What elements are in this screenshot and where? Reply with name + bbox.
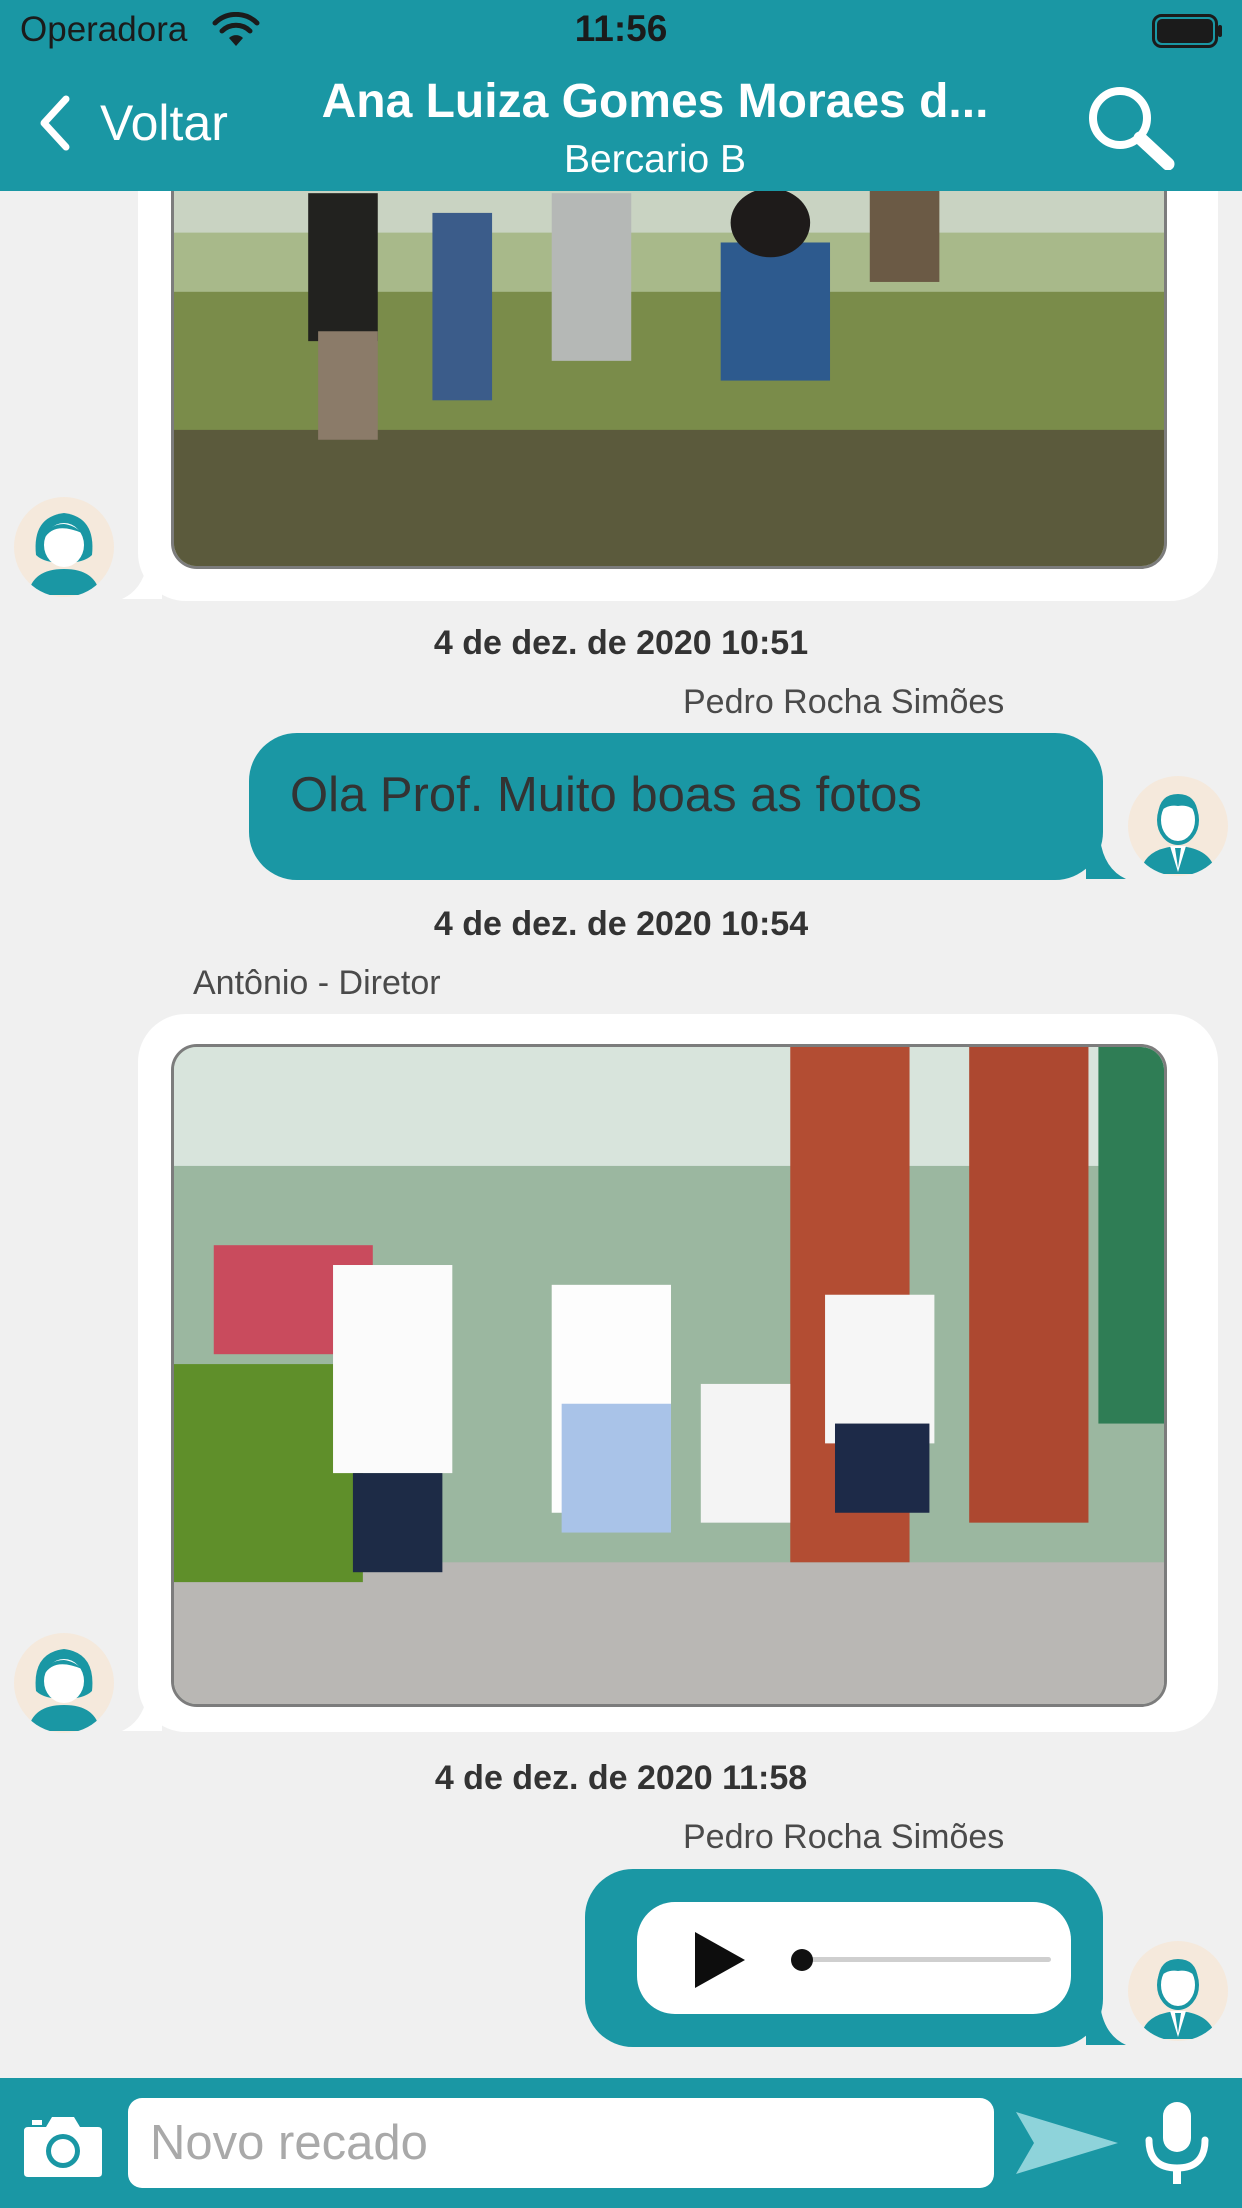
message-timestamp: 4 de dez. de 2020 10:54 xyxy=(433,905,809,943)
navigation-bar: Voltar Ana Luiza Gomes Moraes d... Berca… xyxy=(0,60,1242,191)
message-text: Ola Prof. Muito boas as fotos xyxy=(290,768,922,822)
children-playing-photo[interactable] xyxy=(171,191,1167,569)
bubble-tail xyxy=(122,559,162,599)
children-running-photo[interactable] xyxy=(171,1044,1167,1707)
message-sender: Pedro Rocha Simões xyxy=(683,1818,1005,1856)
message-timestamp: 4 de dez. de 2020 10:51 xyxy=(433,624,809,662)
conversation-title: Ana Luiza Gomes Moraes d... xyxy=(321,75,989,128)
message-sender: Pedro Rocha Simões xyxy=(683,683,1005,721)
message-sender: Antônio - Diretor xyxy=(193,964,441,1002)
back-label: Voltar xyxy=(100,95,228,151)
send-icon[interactable] xyxy=(1012,2108,1122,2178)
app-header: Operadora 11:56 Voltar Ana Luiza Gomes M… xyxy=(0,0,1242,191)
bubble-tail xyxy=(122,1691,162,1731)
audio-player xyxy=(637,1902,1071,2014)
status-bar: Operadora 11:56 xyxy=(0,0,1242,60)
camera-icon[interactable] xyxy=(22,2113,104,2179)
female-user-icon xyxy=(28,513,100,595)
teacher-avatar xyxy=(14,497,114,597)
audio-progress-track[interactable] xyxy=(801,1957,1051,1962)
play-icon[interactable] xyxy=(693,1930,747,1990)
parent-avatar xyxy=(1128,1941,1228,2041)
battery-icon xyxy=(1152,14,1222,48)
male-user-icon xyxy=(1140,1959,1216,2039)
chat-thread[interactable]: 4 de dez. de 2020 10:51 Pedro Rocha Simõ… xyxy=(0,191,1242,2078)
microphone-icon[interactable] xyxy=(1140,2100,1214,2188)
back-button[interactable]: Voltar xyxy=(36,90,228,156)
composer-bar xyxy=(0,2078,1242,2208)
female-user-icon xyxy=(28,1649,100,1731)
status-clock: 11:56 xyxy=(574,8,668,49)
search-icon[interactable] xyxy=(1080,80,1180,170)
director-avatar xyxy=(14,1633,114,1733)
new-message-input[interactable] xyxy=(128,2098,994,2188)
parent-avatar xyxy=(1128,776,1228,876)
chevron-left-icon xyxy=(40,95,70,151)
bubble-tail xyxy=(1086,2005,1126,2045)
message-timestamp: 4 de dez. de 2020 11:58 xyxy=(434,1759,808,1797)
audio-scrubber-handle[interactable] xyxy=(791,1949,813,1971)
male-user-icon xyxy=(1140,794,1216,874)
conversation-subtitle: Bercario B xyxy=(563,138,747,181)
bubble-tail xyxy=(1086,839,1126,879)
